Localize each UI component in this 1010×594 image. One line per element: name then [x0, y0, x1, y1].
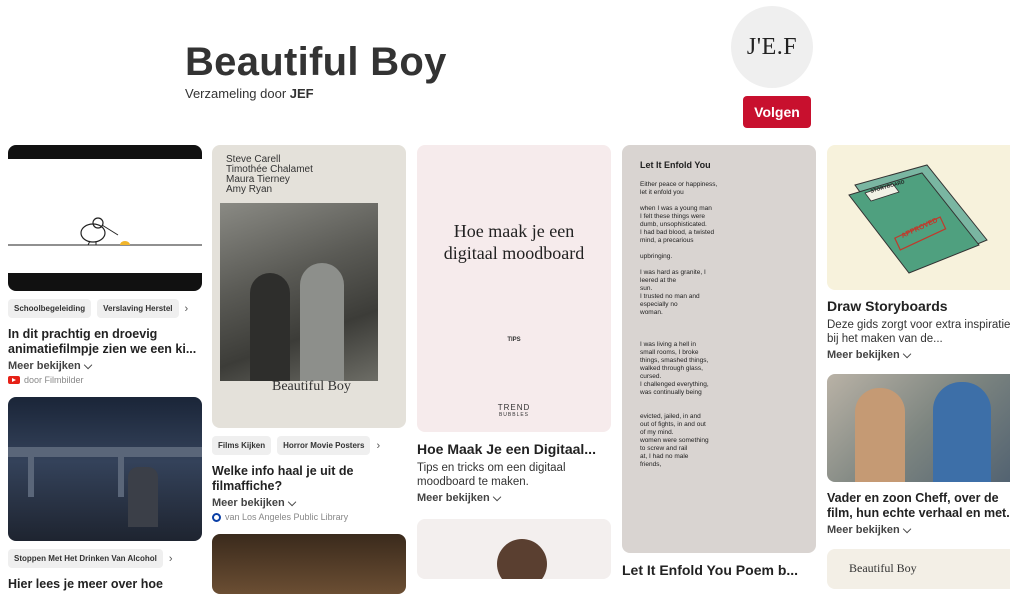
pin-image[interactable]: Hoe maak je een digitaal moodboard TIPS … — [417, 145, 611, 432]
pin-column-1: Schoolbegeleiding Verslaving Herstel › I… — [8, 145, 202, 592]
more-link[interactable]: Meer bekijken ⌵ — [8, 360, 202, 373]
poem-text: Either peace or happiness, let it enfold… — [640, 181, 718, 468]
chevron-down-icon: ⌵ — [902, 524, 912, 536]
pin-column-4: Let It Enfold You Either peace or happin… — [622, 145, 816, 578]
pin-column-2: Steve Carell Timothée Chalamet Maura Tie… — [212, 145, 406, 594]
pin-description: Tips en tricks om een digitaal moodboard… — [417, 462, 566, 488]
board-title: Beautiful Boy — [185, 40, 447, 84]
chevron-down-icon: ⌵ — [83, 360, 93, 372]
pin-image-small-text: TIPS — [507, 337, 521, 343]
chevron-right-icon[interactable]: › — [185, 303, 189, 315]
pin-image-text: Hoe maak je een digitaal moodboard — [443, 221, 585, 263]
youtube-icon — [8, 376, 20, 384]
avatar[interactable]: J'E.F — [731, 6, 813, 88]
pin-image[interactable] — [827, 374, 1010, 482]
pin-image[interactable] — [417, 519, 611, 579]
pin-title[interactable]: Welke info haal je uit de filmaffiche? — [212, 464, 406, 494]
pin-tags: Stoppen Met Het Drinken Van Alcohol › — [8, 549, 202, 568]
tag-chip[interactable]: Stoppen Met Het Drinken Van Alcohol — [8, 549, 163, 568]
chevron-down-icon: ⌵ — [287, 497, 297, 509]
pin-image[interactable] — [8, 145, 202, 291]
tag-chip[interactable]: Horror Movie Posters — [277, 436, 371, 455]
tag-chip[interactable]: Films Kijken — [212, 436, 272, 455]
pin-description: Deze gids zorgt voor extra inspiratie bi… — [827, 319, 1010, 345]
pin-tags: Schoolbegeleiding Verslaving Herstel › — [8, 299, 202, 318]
more-link[interactable]: Meer bekijken ⌵ — [212, 497, 406, 510]
pin-source[interactable]: van Los Angeles Public Library — [212, 512, 406, 522]
pin-source[interactable]: door Filmbilder — [8, 375, 202, 385]
poster-credits: Steve Carell Timothée Chalamet Maura Tie… — [226, 154, 313, 195]
pin-image[interactable] — [212, 534, 406, 594]
poem-title: Let It Enfold You — [640, 160, 711, 170]
source-ring-icon — [212, 512, 221, 522]
brand-logo: TREND BUBBLES — [497, 403, 531, 418]
pin-column-5: STORYBOARD APPROVED Draw Storyboards Dez… — [827, 145, 1010, 589]
board-header: Beautiful Boy Verzameling door JEF J'E.F… — [0, 0, 1010, 140]
pin-image[interactable]: Beautiful Boy — [827, 549, 1010, 589]
pin-title[interactable]: Vader en zoon Cheff, over de film, hun e… — [827, 491, 1010, 521]
kiwi-bird-illustration — [8, 217, 202, 246]
pin-image-text: Beautiful Boy — [849, 561, 917, 575]
tag-chip[interactable]: Schoolbegeleiding — [8, 299, 92, 318]
pin-title[interactable]: Hier lees je meer over hoe — [8, 577, 202, 592]
folder-illustration — [848, 164, 988, 274]
pin-tags: Films Kijken Horror Movie Posters › — [212, 436, 406, 455]
board-owner-link[interactable]: JEF — [290, 86, 314, 101]
poster-photo — [220, 203, 378, 381]
more-link[interactable]: Meer bekijken ⌵ — [827, 524, 1010, 537]
pin-image[interactable] — [8, 397, 202, 541]
chevron-down-icon: ⌵ — [902, 349, 912, 361]
pin-image[interactable]: Let It Enfold You Either peace or happin… — [622, 145, 816, 553]
pin-image[interactable]: STORYBOARD APPROVED — [827, 145, 1010, 290]
chevron-right-icon[interactable]: › — [376, 440, 380, 452]
tag-chip[interactable]: Verslaving Herstel — [97, 299, 179, 318]
more-link[interactable]: Meer bekijken ⌵ — [827, 349, 1010, 362]
pin-title[interactable]: Draw Storyboards — [827, 299, 1010, 314]
chevron-right-icon[interactable]: › — [169, 553, 173, 565]
poster-title: Beautiful Boy — [272, 379, 351, 394]
chevron-down-icon: ⌵ — [492, 492, 502, 504]
pin-image[interactable]: Steve Carell Timothée Chalamet Maura Tie… — [212, 145, 406, 428]
pin-column-3: Hoe maak je een digitaal moodboard TIPS … — [417, 145, 611, 579]
pin-title[interactable]: Hoe Maak Je een Digitaal... — [417, 442, 611, 457]
board-subtitle: Verzameling door JEF — [185, 86, 314, 101]
pin-title[interactable]: In dit prachtig en droevig animatiefilmp… — [8, 327, 202, 357]
more-link[interactable]: Meer bekijken ⌵ — [417, 492, 611, 505]
pin-title[interactable]: Let It Enfold You Poem b... — [622, 563, 816, 578]
follow-button[interactable]: Volgen — [743, 96, 811, 128]
